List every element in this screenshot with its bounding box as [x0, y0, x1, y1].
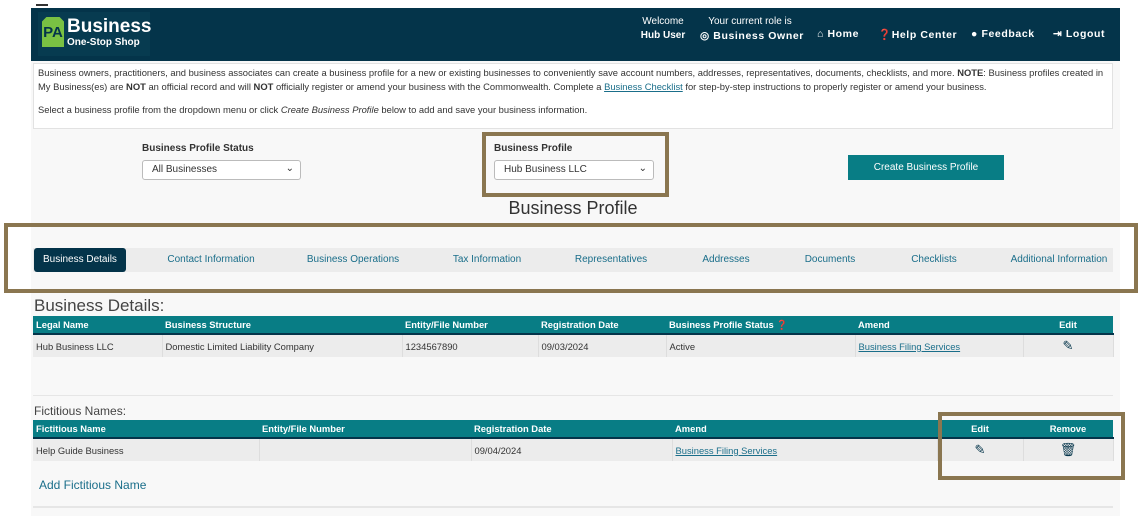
comment-icon: ●: [971, 28, 982, 40]
business-checklist-link[interactable]: Business Checklist: [604, 81, 683, 92]
page-title: Business Profile: [508, 198, 638, 218]
add-fictitious-name-link[interactable]: Add Fictitious Name: [39, 478, 146, 492]
col-registration-date: Registration Date: [538, 316, 666, 335]
info-text: for step-by-step instructions to properl…: [682, 81, 987, 92]
info-text: below to add and save your business info…: [378, 104, 588, 115]
home-icon: ⌂: [817, 28, 828, 40]
info-text: Select a business profile from the dropd…: [38, 104, 281, 115]
cell-fictitious-name: Help Guide Business: [33, 438, 260, 461]
col-registration-date: Registration Date: [471, 420, 672, 439]
col-edit: Edit: [1023, 316, 1113, 335]
status-filter-select[interactable]: All Businesses ⌄: [142, 160, 301, 180]
cell-amend: Business Filing Services: [672, 438, 938, 461]
info-em: Create Business Profile: [280, 104, 379, 115]
info-text: Business owners, practitioners, and busi…: [38, 67, 958, 78]
nav-help-center[interactable]: ❓Help Center: [878, 28, 957, 41]
col-amend: Amend: [855, 316, 1023, 335]
highlight-box: [938, 412, 1125, 480]
pa-keystone-icon: PA: [42, 17, 64, 47]
edit-icon[interactable]: ✎: [1063, 338, 1074, 353]
create-business-profile-button[interactable]: Create Business Profile: [848, 155, 1004, 180]
highlight-box: [482, 132, 669, 197]
cell-structure: Domestic Limited Liability Company: [162, 334, 403, 357]
business-filing-services-link[interactable]: Business Filing Services: [676, 445, 778, 456]
menu-line: [36, 4, 48, 6]
user-circle-icon: ◎: [700, 30, 714, 42]
cell-edit: ✎: [1023, 334, 1114, 357]
divider: [33, 506, 1113, 508]
question-circle-icon[interactable]: ❓: [776, 319, 788, 330]
info-box: Business owners, practitioners, and busi…: [33, 63, 1113, 129]
cell-legal-name: Hub Business LLC: [33, 334, 163, 357]
user-name: Hub User: [640, 30, 686, 41]
table-row: Hub Business LLC Domestic Limited Liabil…: [33, 334, 1114, 357]
cell-reg-date: 09/04/2024: [471, 438, 673, 461]
role-label: Your current role is: [708, 16, 792, 27]
status-filter-value: All Businesses: [152, 164, 218, 175]
role-text: Business Owner: [713, 30, 804, 42]
col-business-structure: Business Structure: [162, 316, 402, 335]
col-fictitious-name: Fictitious Name: [33, 420, 259, 439]
logo[interactable]: PA Business One-Stop Shop: [38, 12, 152, 56]
welcome-label: Welcome: [642, 16, 684, 27]
table-header-row: Legal Name Business Structure Entity/Fil…: [33, 316, 1113, 335]
cell-status: Active: [666, 334, 856, 357]
col-profile-status-label: Business Profile Status: [669, 318, 774, 330]
nav-feedback[interactable]: ● Feedback: [971, 28, 1035, 40]
col-amend: Amend: [672, 420, 937, 439]
nav-home[interactable]: ⌂ Home: [817, 28, 859, 40]
cell-entity: 1234567890: [402, 334, 539, 357]
role-value: ◎ Business Owner: [700, 30, 804, 42]
nav-logout-label: Logout: [1065, 28, 1106, 40]
fictitious-names-heading: Fictitious Names:: [34, 404, 127, 418]
info-not: NOT: [126, 81, 146, 92]
question-circle-icon: ❓: [878, 29, 892, 41]
cell-entity: [259, 438, 472, 461]
col-legal-name: Legal Name: [33, 316, 162, 335]
info-note: NOTE: [957, 67, 984, 78]
business-details-table: Legal Name Business Structure Entity/Fil…: [33, 316, 1114, 357]
nav-logout[interactable]: ⇥ Logout: [1053, 28, 1105, 40]
col-profile-status: Business Profile Status ❓: [666, 316, 855, 335]
info-text: an official record and will: [145, 81, 254, 92]
cell-reg-date: 09/03/2024: [538, 334, 667, 357]
business-filing-services-link[interactable]: Business Filing Services: [859, 341, 961, 352]
sign-out-icon: ⇥: [1053, 28, 1066, 40]
col-entity-number: Entity/File Number: [259, 420, 471, 439]
nav-feedback-label: Feedback: [981, 28, 1035, 40]
divider: [33, 395, 1113, 396]
status-filter-label: Business Profile Status: [142, 143, 254, 154]
business-details-heading: Business Details:: [34, 296, 165, 315]
logo-title: Business: [67, 16, 152, 37]
col-entity-number: Entity/File Number: [402, 316, 538, 335]
info-text: officially register or amend your busine…: [273, 81, 605, 92]
nav-home-label: Home: [827, 28, 860, 40]
chevron-down-icon: ⌄: [285, 163, 294, 174]
cell-amend: Business Filing Services: [855, 334, 1024, 357]
info-not: NOT: [253, 81, 274, 92]
logo-subtitle: One-Stop Shop: [67, 37, 140, 48]
nav-help-label: Help Center: [891, 29, 958, 41]
highlight-box: [4, 223, 1138, 293]
